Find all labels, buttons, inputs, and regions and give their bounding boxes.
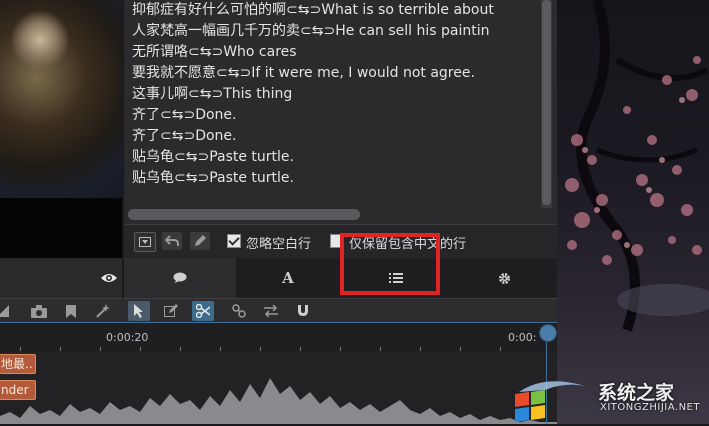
edit-button[interactable] — [190, 232, 210, 250]
watermark-url: XITONGZHIJIA.NET — [600, 402, 700, 413]
edit-icon — [164, 304, 178, 317]
ruler-tick — [500, 347, 501, 351]
ruler-tick — [100, 347, 101, 351]
bookmark-icon — [66, 304, 76, 318]
ruler-tick — [60, 347, 61, 351]
watermark-text: 系统之家 — [598, 382, 675, 404]
subtitle-line: 人家梵高一幅画几千万的卖⊂⇆⊃He can sell his paintin — [132, 23, 490, 39]
ruler-tick — [460, 347, 461, 351]
razor-tool[interactable] — [192, 301, 214, 321]
subtitle-clip[interactable]: 地最.. — [0, 354, 36, 374]
magnet-icon — [298, 305, 308, 316]
ignore-blank-lines-label: 忽略空白行 — [246, 237, 312, 252]
timeline-panel[interactable]: 0:00:20 0:00: 地最.. nder — [0, 322, 557, 424]
swap-icon — [264, 305, 278, 317]
marker-button[interactable] — [60, 301, 82, 321]
speech-bubble-icon — [173, 272, 187, 283]
subtitle-line: 齐了⊂⇆⊃Done. — [132, 107, 237, 123]
desktop-wallpaper — [557, 0, 709, 424]
gear-icon — [499, 272, 510, 284]
vertical-scrollbar[interactable] — [541, 0, 552, 208]
magnet-tool[interactable] — [292, 301, 314, 321]
tab-comments[interactable] — [124, 258, 236, 298]
time-ruler[interactable]: 0:00:20 0:00: — [0, 322, 557, 351]
time-marker: 0:00: — [508, 331, 537, 344]
link-tool[interactable] — [228, 301, 250, 321]
subtitle-line: 贴乌龟⊂⇆⊃Paste turtle. — [132, 149, 294, 165]
subtitle-text-panel[interactable]: 抑郁症有好什么可怕的啊⊂⇆⊃What is so terrible about … — [124, 0, 557, 224]
subtitle-line: 这事儿啊⊂⇆⊃This thing — [132, 86, 293, 102]
link-icon — [232, 304, 246, 318]
ruler-tick — [380, 347, 381, 351]
ruler-tick — [20, 347, 21, 351]
snapshot-button[interactable] — [28, 301, 50, 321]
edit-tool[interactable] — [160, 301, 182, 321]
horizontal-scroll-thumb[interactable] — [128, 209, 360, 220]
triangle-icon — [0, 305, 9, 317]
subtitle-line: 贴乌龟⊂⇆⊃Paste turtle. — [132, 170, 294, 186]
time-marker: 0:00:20 — [106, 331, 149, 344]
timeline-toolbar — [0, 298, 557, 323]
subtitle-line: 齐了⊂⇆⊃Done. — [132, 128, 237, 144]
camera-icon — [31, 304, 47, 318]
magic-wand-button[interactable] — [92, 301, 114, 321]
ruler-tick — [180, 347, 181, 351]
audio-waveform — [0, 378, 557, 424]
scissors-icon — [196, 304, 210, 318]
video-frame-subject — [10, 10, 70, 70]
ruler-tick — [340, 347, 341, 351]
pencil-icon — [195, 235, 206, 246]
ruler-tick — [420, 347, 421, 351]
font-icon: A — [282, 269, 294, 287]
dropdown-icon — [139, 237, 151, 247]
triangle-tool[interactable] — [0, 301, 14, 321]
ruler-tick — [140, 347, 141, 351]
dropdown-button[interactable] — [134, 232, 156, 252]
highlight-annotation-box — [340, 233, 440, 295]
tab-text[interactable]: A — [236, 258, 340, 298]
video-letterbox — [0, 198, 122, 258]
ruler-tick — [300, 347, 301, 351]
ruler-tick — [220, 347, 221, 351]
subtitle-line: 抑郁症有好什么可怕的啊⊂⇆⊃What is so terrible about — [132, 2, 494, 18]
windows-logo — [505, 372, 595, 426]
cursor-icon — [134, 304, 143, 318]
video-preview — [0, 0, 122, 258]
select-tool[interactable] — [128, 301, 150, 321]
ruler-tick — [260, 347, 261, 351]
eye-icon[interactable] — [100, 270, 118, 284]
swap-tool[interactable] — [260, 301, 282, 321]
subtitle-text-area[interactable]: 抑郁症有好什么可怕的啊⊂⇆⊃What is so terrible about … — [132, 0, 542, 189]
tab-settings[interactable] — [452, 258, 557, 298]
vertical-scroll-thumb[interactable] — [542, 0, 551, 205]
subtitle-line: 无所谓咯⊂⇆⊃Who cares — [132, 44, 297, 60]
ignore-blank-lines-checkbox[interactable] — [227, 234, 241, 248]
magic-wand-icon — [96, 304, 110, 318]
cherry-blossom-tree — [565, 0, 709, 332]
undo-button[interactable] — [162, 232, 182, 250]
undo-icon — [165, 235, 179, 246]
playhead-handle[interactable] — [539, 324, 557, 342]
subtitle-line: 要我就不愿意⊂⇆⊃If it were me, I would not agre… — [132, 65, 475, 81]
